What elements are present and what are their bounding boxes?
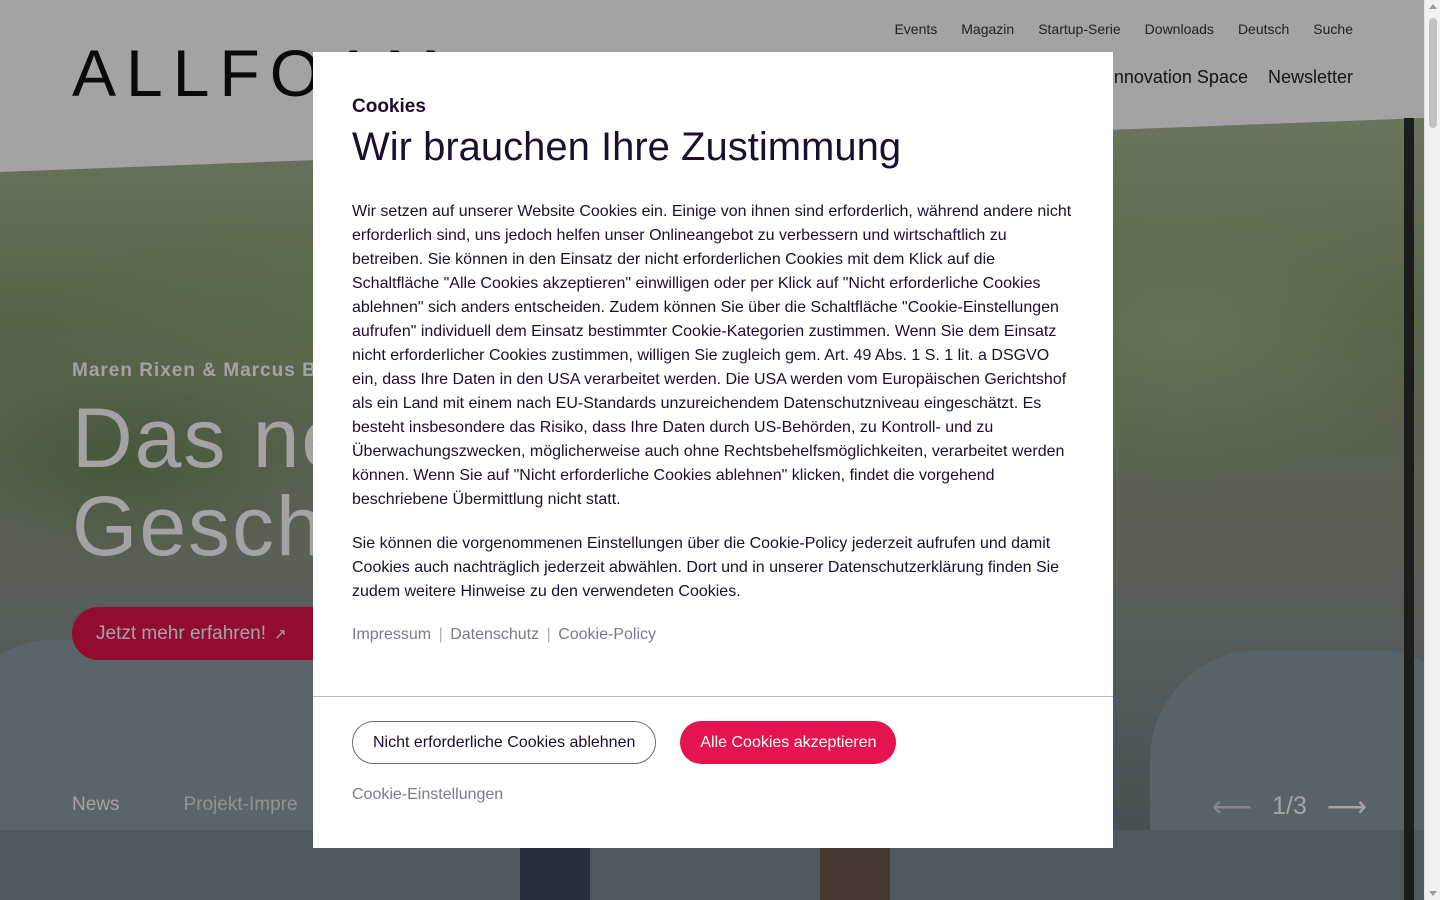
accept-all-cookies-button[interactable]: Alle Cookies akzeptieren	[680, 721, 897, 764]
cookie-policy-link[interactable]: Cookie-Policy	[558, 626, 656, 643]
link-separator: |	[546, 626, 551, 643]
cookie-dialog-body: Cookies Wir brauchen Ihre Zustimmung Wir…	[313, 52, 1113, 696]
cookie-dialog-paragraph-1: Wir setzen auf unserer Website Cookies e…	[352, 203, 1072, 508]
decline-cookies-button[interactable]: Nicht erforderliche Cookies ablehnen	[352, 721, 657, 764]
cookie-dialog-paragraph-2: Sie können die vorgenommenen Einstellung…	[352, 535, 1060, 600]
cookie-dialog-links: Impressum | Datenschutz | Cookie-Policy	[352, 626, 1074, 644]
scroll-down-arrow-icon[interactable]	[1429, 891, 1437, 896]
cookie-dialog-buttons: Nicht erforderliche Cookies ablehnen All…	[352, 721, 1074, 764]
impressum-link[interactable]: Impressum	[352, 626, 431, 643]
scroll-up-arrow-icon[interactable]	[1429, 4, 1437, 9]
cookie-settings-link[interactable]: Cookie-Einstellungen	[352, 786, 503, 804]
cookie-dialog-footer: Nicht erforderliche Cookies ablehnen All…	[313, 696, 1113, 848]
scrollbar-thumb[interactable]	[1429, 18, 1437, 128]
cookie-consent-dialog: Cookies Wir brauchen Ihre Zustimmung Wir…	[313, 52, 1113, 848]
datenschutz-link[interactable]: Datenschutz	[450, 626, 539, 643]
cookie-dialog-kicker: Cookies	[352, 96, 426, 117]
link-separator: |	[438, 626, 443, 643]
cookie-dialog-title: Wir brauchen Ihre Zustimmung	[352, 125, 902, 169]
page-scrollbar[interactable]	[1424, 0, 1440, 900]
